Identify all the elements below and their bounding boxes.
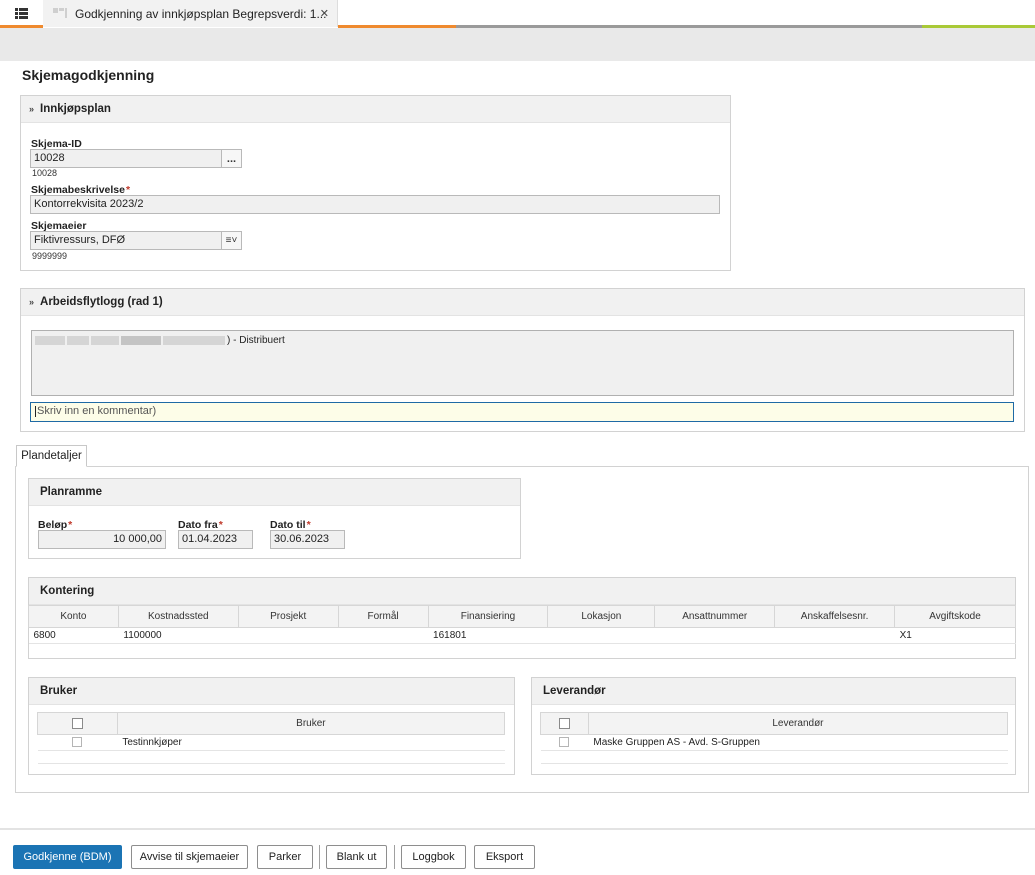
table-cell (547, 627, 655, 644)
column-header[interactable]: Kostnadssted (117, 605, 239, 628)
tab-bar: Godkjenning av innkjøpsplan Begrepsverdi… (0, 0, 1035, 28)
panel-title: Arbeidsflytlogg (rad 1) (40, 296, 163, 308)
skjema-id-description: 10028 (32, 168, 58, 178)
document-icon (53, 7, 67, 20)
table-row-empty (29, 644, 1016, 657)
skjemaeier-description: 9999999 (32, 251, 68, 261)
bruker-table: Bruker Testinnkjøper (37, 712, 506, 764)
comment-placeholder: Skriv inn en kommentar) (37, 405, 157, 417)
leverandor-table: Leverandør Maske Gruppen AS - Avd. S-Gru… (540, 712, 1009, 764)
column-header[interactable]: Anskaffelsesnr. (774, 605, 896, 628)
column-header[interactable]: Leverandør (587, 712, 1009, 735)
godkjenne-button[interactable]: Godkjenne (BDM) (13, 845, 122, 869)
column-header[interactable]: Formål (337, 605, 429, 628)
column-header[interactable]: Lokasjon (547, 605, 656, 628)
innkjopsplan-header[interactable]: » Innkjøpsplan (21, 96, 730, 123)
table-cell: 6800 (28, 627, 119, 644)
page-title: Skjemagodkjenning (22, 67, 155, 83)
comment-input[interactable]: Skriv inn en kommentar) (30, 402, 1014, 422)
table-row[interactable]: Maske Gruppen AS - Avd. S-Gruppen (540, 734, 1008, 751)
column-header[interactable]: Avgiftskode (894, 605, 1016, 628)
log-entry: ) - Distribuert (35, 335, 285, 346)
row-checkbox[interactable] (37, 734, 118, 751)
arbeidsflytlogg-header[interactable]: » Arbeidsflytlogg (rad 1) (21, 289, 1024, 316)
tab-godkjenning[interactable]: Godkjenning av innkjøpsplan Begrepsverdi… (43, 0, 338, 27)
table-cell (654, 627, 775, 644)
parker-button[interactable]: Parker (257, 845, 313, 869)
column-header[interactable]: Prosjekt (237, 605, 339, 628)
loggbok-button[interactable]: Loggbok (401, 845, 466, 869)
tab-title: Godkjenning av innkjøpsplan Begrepsverdi… (75, 6, 327, 21)
skjema-id-field[interactable]: 10028 (30, 149, 222, 168)
app-menu-button[interactable] (0, 0, 42, 27)
column-header[interactable]: Bruker (116, 712, 506, 735)
table-cell (338, 627, 429, 644)
list-menu-icon (14, 8, 28, 19)
skjemabeskrivelse-field[interactable]: Kontorrekvisita 2023/2 (30, 195, 720, 214)
column-header[interactable]: Finansiering (427, 605, 549, 628)
select-all-checkbox[interactable] (540, 712, 589, 735)
table-cell: Testinnkjøper (117, 734, 505, 751)
workflow-log: ) - Distribuert (31, 330, 1014, 396)
dato-fra-field[interactable]: 01.04.2023 (178, 530, 253, 549)
close-tab-icon[interactable]: ✕ (320, 7, 329, 20)
column-header[interactable]: Ansattnummer (654, 605, 776, 628)
kontering-header: Kontering (29, 578, 1015, 605)
column-header[interactable]: Konto (28, 605, 119, 628)
table-cell: X1 (894, 627, 1016, 644)
collapse-chevron-icon[interactable]: » (29, 297, 34, 307)
collapse-chevron-icon[interactable]: » (29, 104, 34, 114)
toolbar-separator (394, 845, 395, 869)
planramme-header: Planramme (29, 479, 520, 506)
row-checkbox[interactable] (540, 734, 589, 751)
dato-til-field[interactable]: 30.06.2023 (270, 530, 345, 549)
panel-title: Innkjøpsplan (40, 103, 111, 115)
table-cell (238, 627, 339, 644)
table-cell: 161801 (428, 627, 548, 644)
table-row[interactable]: Testinnkjøper (37, 734, 505, 751)
skjemaeier-field[interactable]: Fiktivressurs, DFØ (30, 231, 222, 250)
lookup-button[interactable]: ... (221, 149, 242, 168)
toolbar-separator (319, 845, 320, 869)
avvise-button[interactable]: Avvise til skjemaeier (131, 845, 248, 869)
table-cell (774, 627, 895, 644)
blank-ut-button[interactable]: Blank ut (326, 845, 387, 869)
leverandor-header: Leverandør (532, 678, 1015, 705)
header-band (0, 28, 1035, 61)
table-row[interactable]: 6800 1100000 161801 X1 (28, 627, 1016, 644)
eksport-button[interactable]: Eksport (474, 845, 535, 869)
dropdown-list-icon[interactable]: ≡˅ (221, 231, 242, 250)
belop-field[interactable]: 10 000,00 (38, 530, 166, 549)
kontering-table: Konto Kostnadssted Prosjekt Formål Finan… (28, 605, 1016, 657)
table-cell: Maske Gruppen AS - Avd. S-Gruppen (588, 734, 1008, 751)
tab-plandetaljer[interactable]: Plandetaljer (16, 445, 87, 467)
table-cell: 1100000 (118, 627, 239, 644)
select-all-checkbox[interactable] (37, 712, 118, 735)
bruker-header: Bruker (29, 678, 514, 705)
kontering-header-row: Konto Kostnadssted Prosjekt Formål Finan… (28, 605, 1016, 628)
